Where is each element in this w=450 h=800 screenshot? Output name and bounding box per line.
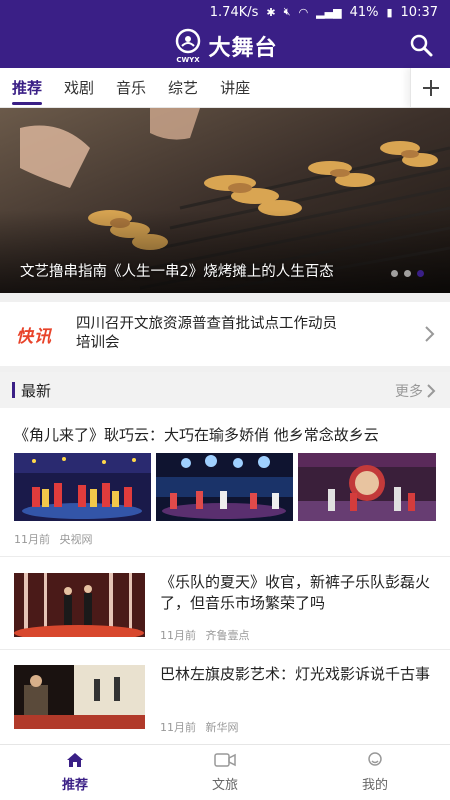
profile-icon [368, 752, 382, 766]
category-tabs: 推荐 戏剧 音乐 综艺 讲座 [0, 68, 410, 107]
article-thumbnail [14, 665, 145, 729]
flash-badge: 快讯 [16, 326, 52, 347]
battery-level: 41% [349, 4, 379, 20]
carousel-dot [404, 270, 411, 277]
carousel-dot-active [417, 270, 424, 277]
chevron-right-icon [425, 326, 435, 342]
carousel-dot [391, 270, 398, 277]
signal-icon: ▂▄▆ [316, 5, 342, 19]
home-icon [67, 753, 83, 767]
app-title: 大舞台 [208, 36, 278, 61]
nav-culture-travel[interactable]: 文旅 [150, 745, 300, 800]
add-tab-button[interactable] [410, 68, 450, 107]
article-meta: 11月前 齐鲁壹点 [160, 627, 250, 643]
article-source: 央视网 [59, 533, 93, 546]
divider [0, 293, 450, 302]
search-button[interactable] [408, 32, 436, 60]
bluetooth-icon: ✱ [266, 5, 276, 19]
section-title: 最新 [21, 381, 52, 400]
article-thumbnail [14, 453, 151, 521]
section-accent-bar [12, 382, 15, 398]
article-source: 齐鲁壹点 [205, 629, 250, 642]
more-label: 更多 [395, 384, 423, 400]
bottom-nav: 推荐 文旅 我的 [0, 744, 450, 800]
article-thumbnail [298, 453, 436, 521]
plus-icon [422, 79, 439, 96]
article-time: 11月前 [160, 721, 196, 734]
nav-label: 推荐 [61, 778, 88, 793]
article-meta: 11月前 央视网 [14, 531, 93, 547]
tab-variety[interactable]: 综艺 [168, 68, 198, 107]
category-tab-bar: 推荐 戏剧 音乐 综艺 讲座 [0, 68, 450, 108]
clock: 10:37 [400, 4, 438, 20]
article-meta: 11月前 新华网 [160, 719, 239, 735]
app-header: CWYX 大舞台 [0, 24, 450, 68]
flash-news-text: 四川召开文旅资源普查首批试点工作动员培训会 [76, 316, 337, 351]
carousel-indicator [391, 270, 424, 277]
banner-carousel[interactable]: 文艺撸串指南《人生一串2》烧烤摊上的人生百态 [0, 108, 450, 293]
article-title: 《乐队的夏天》收官，新裤子乐队彭磊火了，但音乐市场繁荣了吗 [160, 573, 431, 612]
tab-lecture[interactable]: 讲座 [220, 68, 250, 107]
wifi-icon: ◠ [298, 5, 309, 19]
status-bar: 1.74K/s ✱ 🔇︎ ◠ ▂▄▆ 41% ▮ 10:37 [0, 0, 450, 24]
nav-recommend[interactable]: 推荐 [0, 745, 150, 800]
tab-music[interactable]: 音乐 [116, 68, 146, 107]
search-icon [410, 34, 433, 57]
latest-section-header: 最新 更多 [0, 372, 450, 408]
article-source: 新华网 [205, 721, 239, 734]
logo-subtext: CWYX [177, 56, 201, 64]
network-speed: 1.74K/s [209, 4, 259, 20]
article-thumbnail [14, 573, 145, 637]
article-thumbnail [156, 453, 293, 521]
video-icon [214, 753, 236, 767]
mute-icon: 🔇︎ [283, 5, 291, 18]
logo-icon: CWYX [176, 28, 201, 64]
article-title: 巴林左旗皮影艺术：灯光戏影诉说千古事 [160, 665, 431, 683]
article-time: 11月前 [160, 629, 196, 642]
nav-label: 我的 [361, 778, 388, 793]
more-link[interactable]: 更多 [395, 381, 436, 401]
chevron-right-icon [427, 384, 436, 398]
nav-label: 文旅 [211, 778, 238, 793]
tab-drama[interactable]: 戏剧 [64, 68, 94, 107]
tab-recommend[interactable]: 推荐 [12, 68, 43, 107]
article-time: 11月前 [14, 533, 50, 546]
nav-profile[interactable]: 我的 [300, 745, 450, 800]
banner-caption: 文艺撸串指南《人生一串2》烧烤摊上的人生百态 [20, 264, 334, 280]
app-logo: CWYX 大舞台 [172, 28, 277, 64]
battery-icon: ▮ [386, 5, 393, 19]
article-title: 《角儿来了》耿巧云：大巧在瑜多娇俏 他乡常念故乡云 [14, 426, 379, 444]
flash-news-item[interactable]: 快讯 四川召开文旅资源普查首批试点工作动员培训会 [0, 302, 450, 366]
